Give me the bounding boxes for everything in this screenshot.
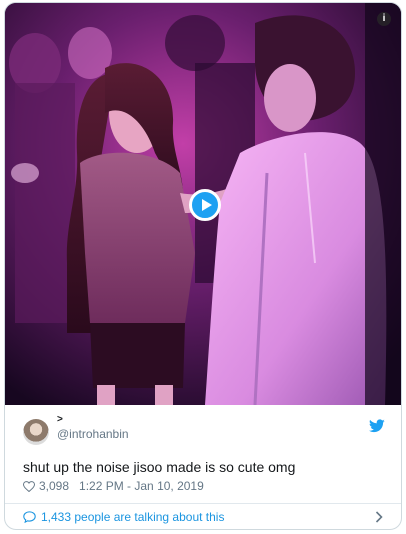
info-icon[interactable]: i bbox=[377, 12, 391, 26]
like-count[interactable]: 3,098 bbox=[39, 479, 69, 493]
tweet-stats: 3,098 1:22 PM - Jan 10, 2019 bbox=[23, 479, 204, 493]
twitter-bird-icon[interactable] bbox=[369, 419, 385, 433]
user-handle[interactable]: @introhanbin bbox=[57, 427, 129, 441]
avatar[interactable] bbox=[23, 419, 49, 445]
tweet-timestamp[interactable]: 1:22 PM - Jan 10, 2019 bbox=[79, 479, 204, 493]
tweet-meta: ˃ @introhanbin shut up the noise jisoo m… bbox=[5, 405, 401, 503]
display-name[interactable]: ˃ bbox=[57, 414, 63, 425]
tweet-text: shut up the noise jisoo made is so cute … bbox=[23, 459, 296, 475]
chevron-right-icon[interactable] bbox=[375, 511, 383, 523]
conversation-text[interactable]: 1,433 people are talking about this bbox=[41, 510, 224, 524]
play-button[interactable] bbox=[189, 189, 221, 221]
play-icon bbox=[202, 199, 212, 211]
video-thumbnail[interactable]: i bbox=[5, 3, 401, 405]
heart-icon[interactable] bbox=[23, 480, 35, 492]
speech-bubble-icon bbox=[23, 511, 36, 523]
tweet-embed-card[interactable]: i ˃ @introhanbin shut up the noise jisoo… bbox=[4, 2, 402, 530]
conversation-link[interactable]: 1,433 people are talking about this bbox=[5, 504, 401, 529]
